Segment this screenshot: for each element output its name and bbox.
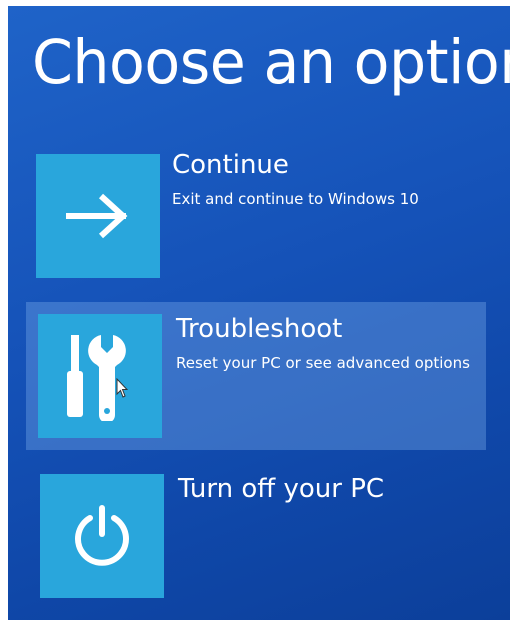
mouse-cursor-icon (116, 378, 128, 398)
troubleshoot-description: Reset your PC or see advanced options (176, 354, 470, 372)
power-icon (75, 505, 129, 566)
turn-off-label[interactable]: Turn off your PC (178, 474, 384, 504)
troubleshoot-label[interactable]: Troubleshoot (176, 314, 342, 344)
page-title: Choose an option (32, 27, 510, 98)
continue-tile[interactable] (36, 154, 160, 278)
continue-label[interactable]: Continue (172, 150, 289, 180)
turn-off-option[interactable]: Turn off your PC (26, 470, 486, 620)
tools-icon (67, 335, 126, 421)
troubleshoot-option[interactable]: Troubleshoot Reset your PC or see advanc… (26, 302, 486, 450)
troubleshoot-tile[interactable] (38, 314, 162, 438)
boot-options-screen: Choose an option Continue Exit and conti… (8, 6, 510, 620)
arrow-right-icon (66, 193, 128, 239)
continue-description: Exit and continue to Windows 10 (172, 190, 419, 208)
turn-off-tile[interactable] (40, 474, 164, 598)
continue-option[interactable]: Continue Exit and continue to Windows 10 (26, 148, 486, 298)
